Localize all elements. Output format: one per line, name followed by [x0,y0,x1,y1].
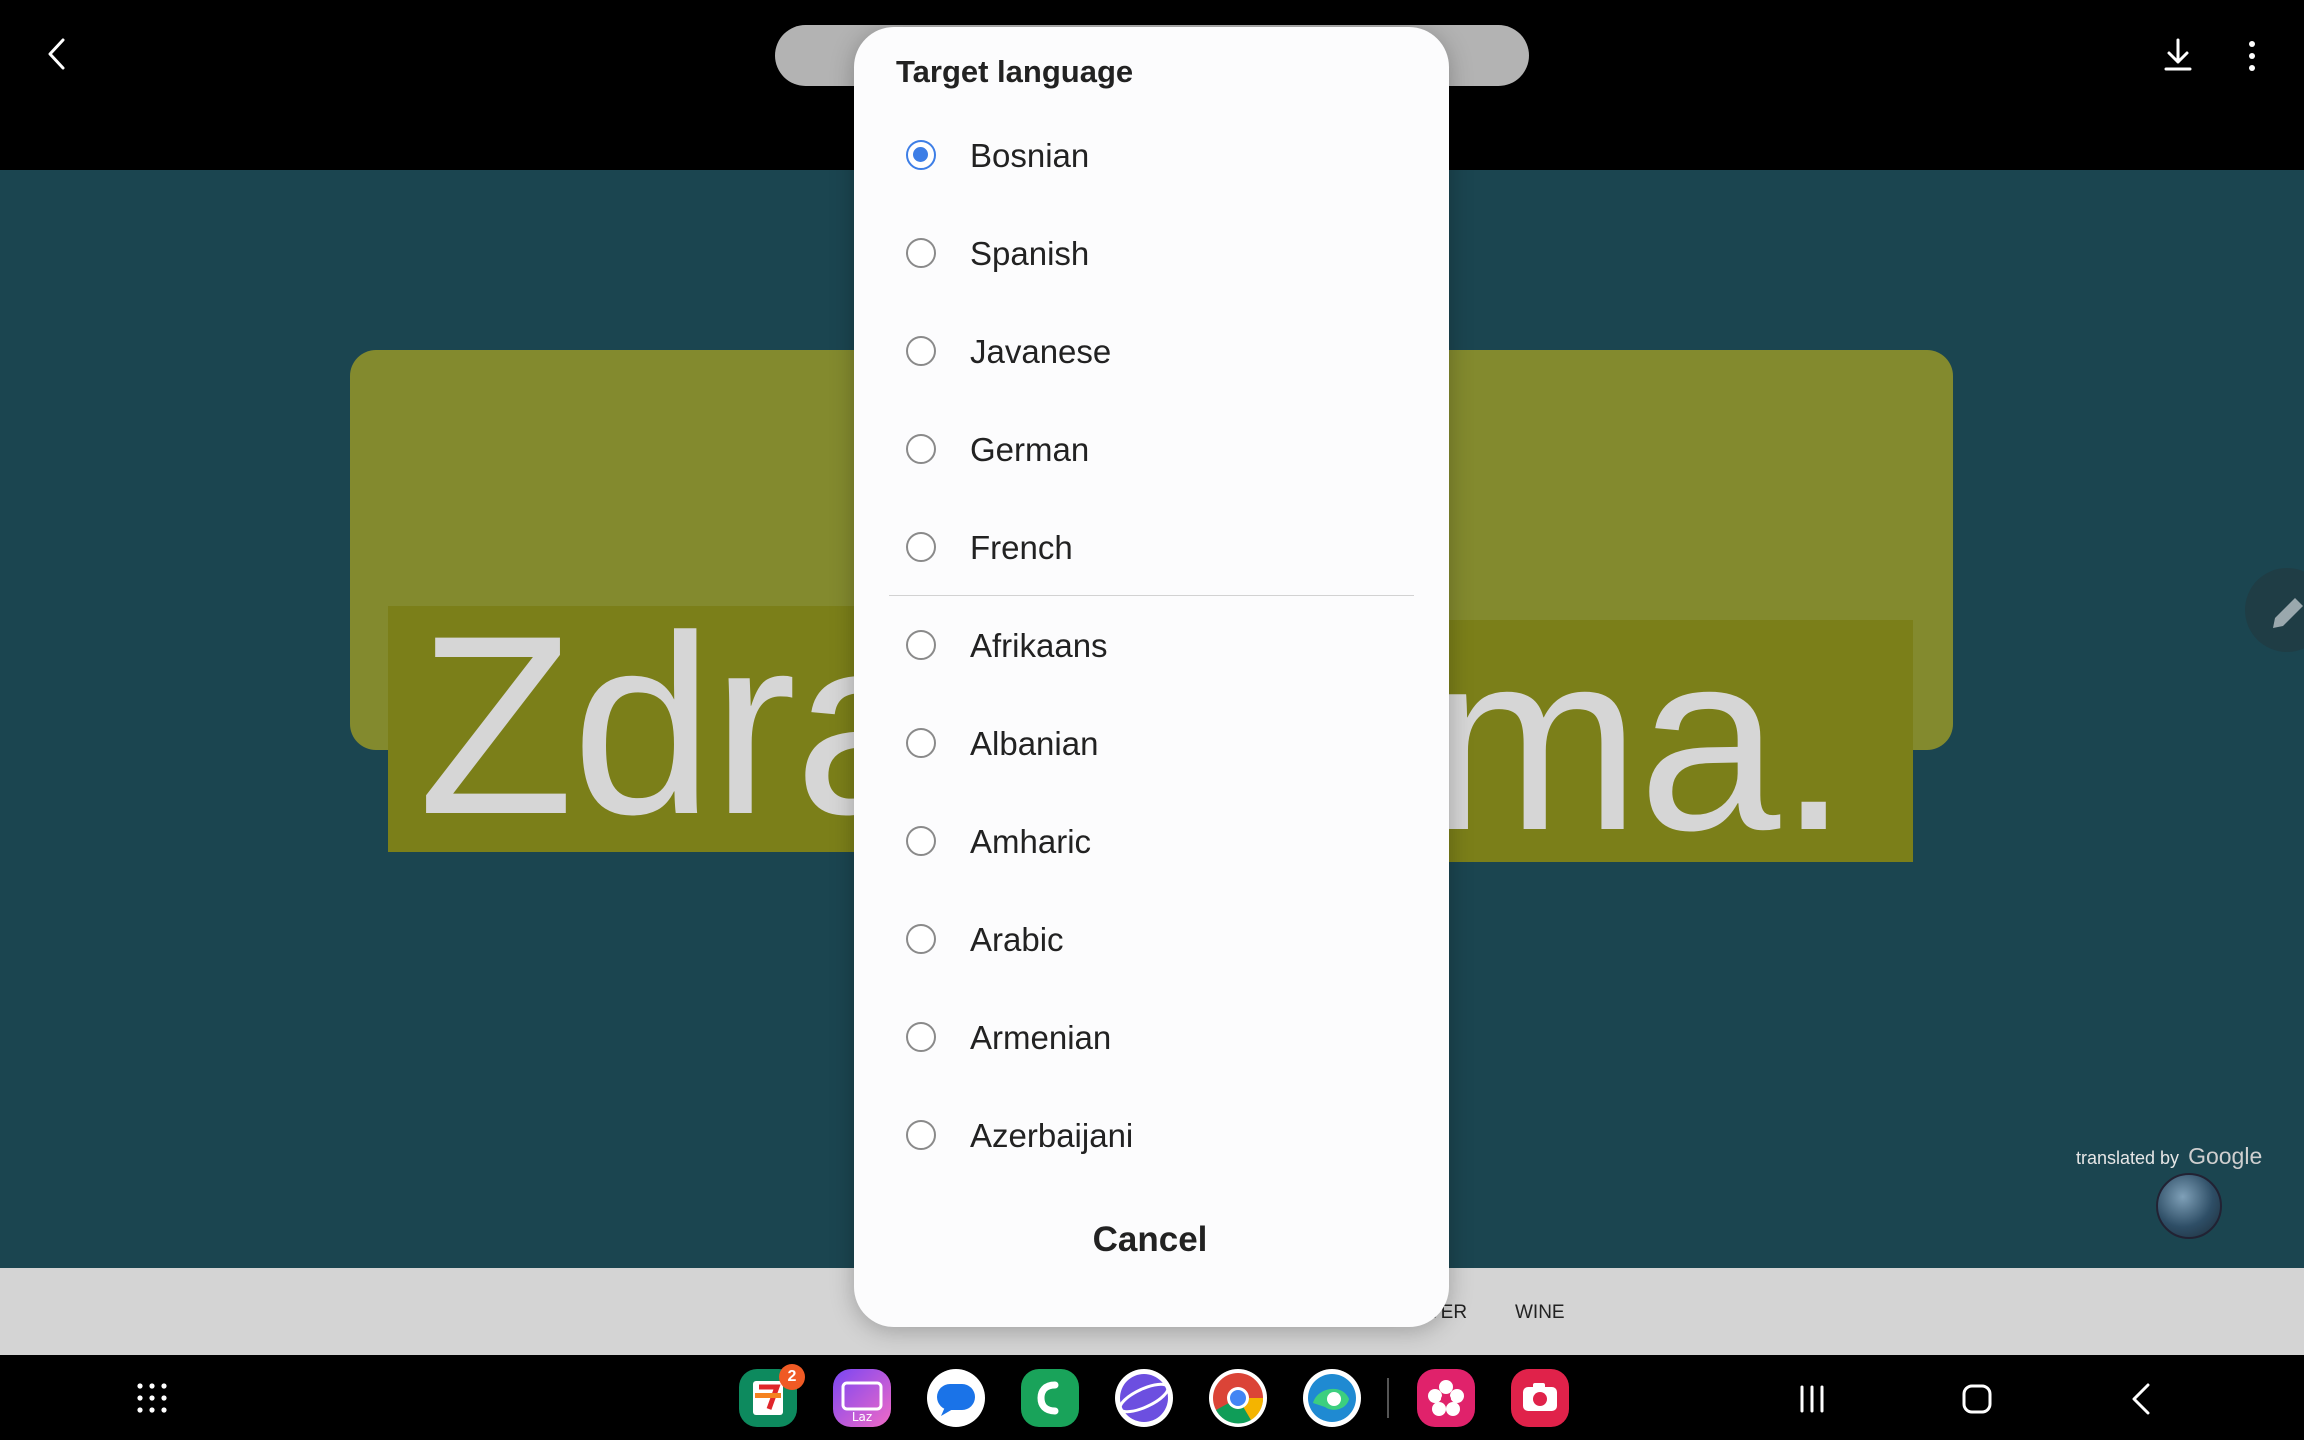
phone-app-icon[interactable] [1021,1369,1079,1427]
radio-unselected-icon[interactable] [906,630,936,660]
pencil-icon [2273,598,2303,628]
back-button[interactable] [2120,1377,2164,1421]
google-logo: Google [2188,1143,2263,1169]
language-option-javanese[interactable]: Javanese [890,304,1420,402]
language-label: Amharic [970,823,1092,860]
language-label: Armenian [970,1019,1112,1056]
language-option-azerbaijani[interactable]: Azerbaijani [890,1088,1420,1186]
back-arrow-icon[interactable] [38,34,78,74]
language-option-armenian[interactable]: Armenian [890,990,1420,1088]
lazada-app-icon[interactable]: Laz [833,1369,891,1427]
language-label: French [970,529,1073,566]
taskbar-divider [1387,1378,1389,1418]
messages-app-icon[interactable] [927,1369,985,1427]
edge-app-icon[interactable] [1303,1369,1361,1427]
radio-unselected-icon[interactable] [906,434,936,464]
language-option-german[interactable]: German [890,402,1420,500]
app-drawer-icon[interactable] [134,1380,170,1416]
language-option-afrikaans[interactable]: Afrikaans [890,598,1420,696]
language-label: German [970,431,1090,468]
floating-thumbnail[interactable] [2156,1173,2222,1239]
credit-prefix: translated by [2076,1148,2180,1168]
language-option-spanish[interactable]: Spanish [890,206,1420,304]
edit-button[interactable] [2245,568,2304,652]
camera-app-icon[interactable] [1511,1369,1569,1427]
radio-unselected-icon[interactable] [906,826,936,856]
chrome-app-icon[interactable] [1209,1369,1267,1427]
radio-selected-icon[interactable] [906,140,936,170]
strip-label-wine[interactable]: WINE [1515,1302,1565,1324]
radio-unselected-icon[interactable] [906,336,936,366]
radio-unselected-icon[interactable] [906,728,936,758]
language-label: Spanish [970,235,1090,272]
notification-badge: 2 [779,1364,805,1390]
dialog-title: Target language [896,54,1134,89]
radio-unselected-icon[interactable] [906,1022,936,1052]
translation-credit: translated by Google [2076,1143,2262,1170]
divider [889,595,1414,596]
radio-unselected-icon[interactable] [906,532,936,562]
svg-text:Laz: Laz [852,1410,872,1424]
language-label: Afrikaans [970,627,1108,664]
language-option-bosnian[interactable]: Bosnian [890,108,1420,206]
home-button[interactable] [1955,1377,1999,1421]
language-option-amharic[interactable]: Amharic [890,794,1420,892]
recents-button[interactable] [1790,1377,1834,1421]
download-icon[interactable] [2158,36,2198,76]
language-label: Arabic [970,921,1064,958]
language-option-french[interactable]: French [890,500,1420,598]
radio-unselected-icon[interactable] [906,924,936,954]
language-option-arabic[interactable]: Arabic [890,892,1420,990]
samsung-internet-app-icon[interactable] [1115,1369,1173,1427]
language-label: Azerbaijani [970,1117,1134,1154]
language-option-albanian[interactable]: Albanian [890,696,1420,794]
radio-unselected-icon[interactable] [906,238,936,268]
language-label: Albanian [970,725,1099,762]
radio-unselected-icon[interactable] [906,1120,936,1150]
translated-text-right: ma. [1428,599,1849,884]
language-label: Bosnian [970,137,1090,174]
blossom-app-icon[interactable] [1417,1369,1475,1427]
language-label: Javanese [970,333,1112,370]
cancel-button[interactable]: Cancel [1030,1210,1270,1270]
more-options-icon[interactable] [2232,36,2272,76]
